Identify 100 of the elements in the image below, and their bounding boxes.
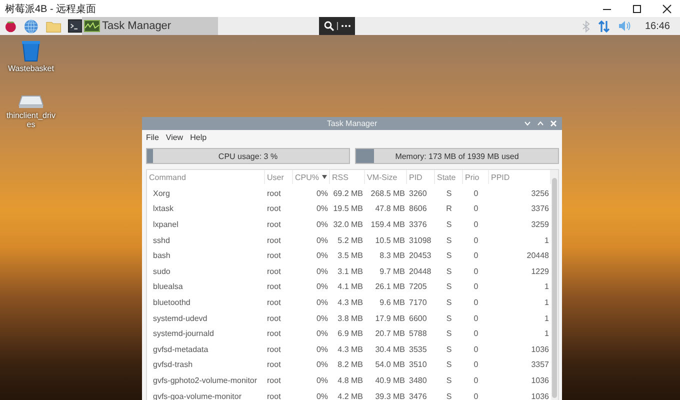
table-cell-text: 30.4 MB [374,344,406,356]
table-cell-text: 4.3 MB [336,297,364,310]
table-cell-text: 5788 [408,328,428,340]
table-cell-text: 3376 [408,219,428,232]
table-cell-text: 1 [544,234,550,247]
table-cell-text: root [266,234,282,247]
menu-item[interactable]: View [166,133,184,142]
column-header[interactable]: Prio [463,170,489,184]
menu-item[interactable]: Help [190,133,207,142]
table-cell-text: 1229 [530,266,550,278]
table-cell-text: root [266,312,282,325]
table-cell-text: 0% [315,234,329,247]
table-cell-text: 9.7 MB [378,266,406,278]
desktop-icon-label[interactable]: Wastebasket [6,64,56,73]
table-cell-text: 0% [315,390,329,400]
table-cell-text: 31098 [408,234,432,247]
taskbar-button[interactable]: Task Manager [82,17,218,35]
table-cell-text: root [266,297,282,310]
clock: 16:46 [644,20,670,32]
column-header[interactable]: State [435,170,463,184]
table-cell-text: 0 [472,328,480,340]
column-header[interactable]: CPU% [293,170,330,184]
table-cell-text: 7170 [408,297,428,310]
table-cell-text: 0% [315,281,329,294]
table-cell-text: 4.2 MB [336,390,364,400]
table-cell-text: bluealsa [152,281,184,294]
speaker-icon[interactable] [618,20,631,32]
table-cell-text: root [266,266,282,278]
table-cell-text: S [445,312,453,325]
table-cell-text: 5.2 MB [336,234,364,247]
column-header[interactable]: VM-Size [365,170,407,184]
table-cell-text: 0 [472,359,480,372]
bluetooth-icon[interactable] [582,20,590,32]
table-cell-text: 7205 [408,281,428,294]
column-header[interactable]: User [265,170,293,184]
table-cell-text: 3260 [408,188,428,200]
table-cell-text: 1 [544,328,550,340]
trash-can-icon[interactable] [21,40,41,62]
table-cell-text: 3535 [408,344,428,356]
table-cell-text: 20448 [408,266,432,278]
table-cell-text: sudo [152,266,172,278]
table-cell-text: 0 [472,344,480,356]
raspberry-icon[interactable] [4,19,18,33]
table-cell-text: 3.1 MB [336,266,364,278]
table-cell-text: systemd-udevd [152,312,208,325]
table-cell-text: 3510 [408,359,428,372]
table-cell-text: 268.5 MB [370,188,406,200]
table-cell-text: 40.9 MB [374,375,406,388]
table-cell-text: systemd-journald [152,328,215,340]
table-cell-text: 9.6 MB [378,297,406,310]
column-header[interactable]: Command [147,170,265,184]
window-title: Task Manager [326,119,378,128]
table-cell-text: 6.9 MB [336,328,364,340]
column-header[interactable]: RSS [330,170,365,184]
menu-item[interactable]: File [146,133,159,142]
network-arrows-icon[interactable] [598,20,610,32]
table-cell-text: root [266,359,282,372]
table-cell-text: S [445,266,453,278]
table-cell-text: 1036 [530,390,550,400]
globe-icon[interactable] [24,18,39,34]
table-cell-text: 3376 [530,203,550,216]
table-cell-text: 0 [472,312,480,325]
table-cell-text: 0 [472,281,480,294]
table-cell-text: S [445,390,453,400]
table-cell-text: 1 [544,312,550,325]
table-cell-text: gvfs-gphoto2-volume-monitor [152,375,258,388]
table-cell-text: 0% [315,297,329,310]
table-cell-text: 3.8 MB [336,312,364,325]
column-header[interactable]: PID [407,170,435,184]
chevron-down-icon[interactable] [524,121,531,126]
table-cell-text: 0% [315,266,329,278]
more-icon[interactable] [340,24,350,28]
table-cell-text: 0 [472,390,480,400]
table-cell-text: gvfsd-metadata [152,344,210,356]
table-cell-text: 10.5 MB [374,234,406,247]
terminal-icon[interactable] [68,19,82,33]
table-cell-text: 0 [472,234,480,247]
zoom-icon[interactable] [324,21,334,31]
folder-icon[interactable] [46,20,61,32]
close-icon[interactable] [662,4,672,14]
table-cell-text: 3357 [530,359,550,372]
table-cell-text: 1036 [530,344,550,356]
table-cell-text: root [266,188,282,200]
table-cell-text: S [445,234,453,247]
table-cell-text: 17.9 MB [374,312,406,325]
chevron-up-icon[interactable] [537,121,544,126]
scrollbar[interactable] [551,170,558,400]
table-cell-text: S [445,297,453,310]
desktop-icon-label[interactable]: thinclient_drives [6,111,56,129]
table-cell-text: 20.7 MB [374,328,406,340]
drive-icon[interactable] [18,95,44,109]
cpu-usage-bar: CPU usage: 3 % [146,148,350,164]
table-cell-text: 0% [315,359,329,372]
table-cell-text: Xorg [152,188,171,200]
table-cell-text: 4.1 MB [336,281,364,294]
table-cell-text: S [445,328,453,340]
maximize-icon[interactable] [632,4,642,14]
table-cell-text: root [266,344,282,356]
table-cell-text: bluetoothd [152,297,192,310]
table-cell-text: 0 [472,250,480,262]
